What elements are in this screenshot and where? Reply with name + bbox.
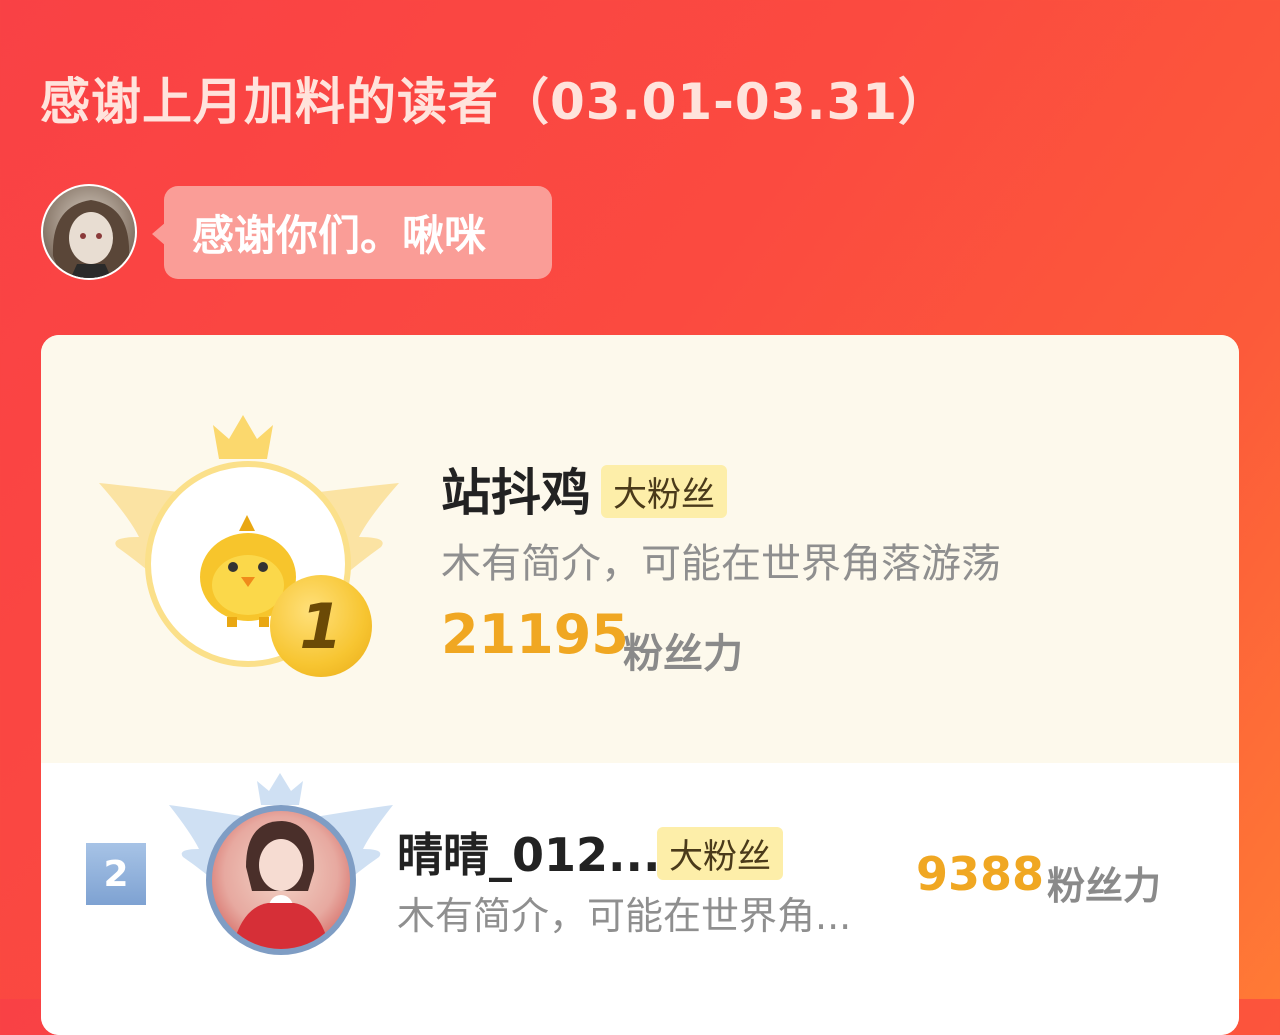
page-title: 感谢上月加料的读者（03.01-03.31） [40,73,950,131]
rank-2-fan-badge: 大粉丝 [657,827,783,880]
rank-2-number-badge: 2 [86,843,146,905]
rank-2-score-unit: 粉丝力 [1047,864,1162,908]
author-avatar[interactable] [41,184,137,280]
crown-icon [213,415,273,459]
rank-2-row[interactable]: 2 晴晴_012... 大粉丝 木有简介，可能在世界角... 9388 粉丝力 [41,763,1239,1035]
rank-2-bio: 木有简介，可能在世界角... [397,894,852,938]
rank-2-avatar[interactable] [206,805,356,955]
avatar-portrait-icon [232,821,330,949]
rank-2-score: 9388 [916,847,1045,901]
avatar-illustration-icon [52,200,130,278]
rank-2-name[interactable]: 晴晴_012... [397,819,660,885]
rank-1-fan-badge: 大粉丝 [601,465,727,518]
crown-icon [257,773,303,805]
rank-1-medal: 1 [270,575,372,677]
rank-1-name[interactable]: 站抖鸡 [441,453,591,525]
rank-1-row[interactable]: 1 站抖鸡 大粉丝 木有简介，可能在世界角落游荡 21195 粉丝力 [41,335,1239,763]
rank-1-score-unit: 粉丝力 [623,631,743,677]
rank-1-score: 21195 [441,603,629,666]
author-message-bubble: 感谢你们。啾咪 [152,186,552,279]
fan-ranking-card: 1 站抖鸡 大粉丝 木有简介，可能在世界角落游荡 21195 粉丝力 2 晴晴_… [41,335,1239,1035]
rank-1-bio: 木有简介，可能在世界角落游荡 [441,541,1001,587]
author-message: 感谢你们。啾咪 [192,211,487,260]
